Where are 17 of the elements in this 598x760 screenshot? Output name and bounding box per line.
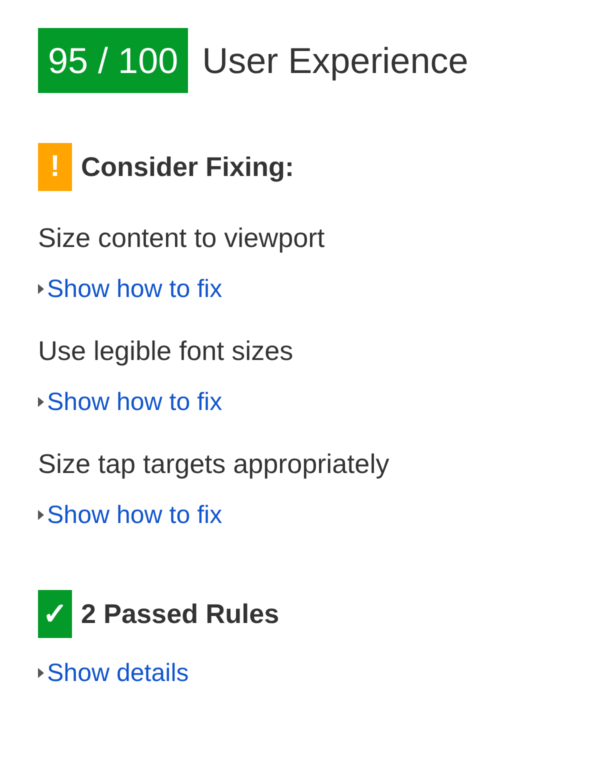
expand-triangle-icon — [38, 397, 44, 407]
rule-name: Size content to viewport — [38, 222, 326, 254]
section-title: User Experience — [202, 40, 468, 82]
warning-icon: ! — [38, 143, 72, 191]
rule-name: Size tap targets appropriately — [38, 448, 390, 480]
expand-link[interactable]: Show how to fix — [47, 387, 222, 417]
section-heading: 2 Passed Rules — [81, 598, 280, 630]
expand-link[interactable]: Show how to fix — [47, 500, 222, 530]
rule-name: Use legible font sizes — [38, 335, 294, 367]
section-heading: Consider Fixing: — [81, 152, 294, 182]
check-icon: ✓ — [38, 590, 72, 638]
expand-triangle-icon — [38, 668, 44, 678]
expand-triangle-icon — [38, 284, 44, 294]
expand-link[interactable]: Show how to fix — [47, 274, 222, 304]
expand-link[interactable]: Show details — [47, 658, 189, 688]
expand-triangle-icon — [38, 510, 44, 520]
score-badge: 95 / 100 — [38, 28, 188, 93]
